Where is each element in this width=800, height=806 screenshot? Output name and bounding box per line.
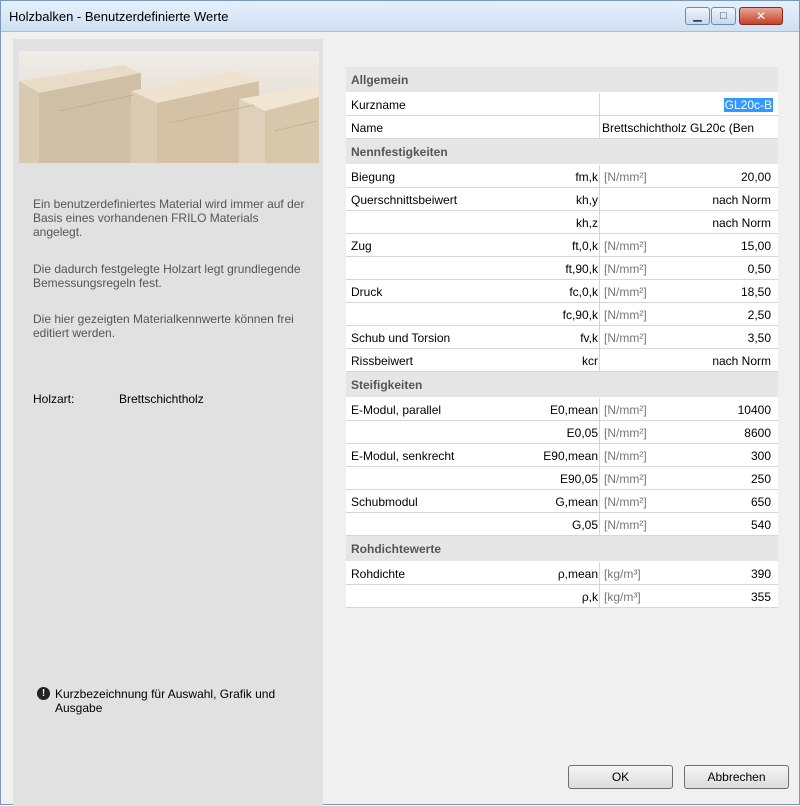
property-unit: [N/mm²] — [604, 262, 647, 276]
property-value[interactable]: 300 — [686, 449, 771, 463]
property-value[interactable]: 8600 — [686, 426, 771, 440]
property-row[interactable]: fc,90,k [N/mm²] 2,50 — [346, 303, 778, 326]
property-symbol: fv,k — [580, 331, 598, 345]
cancel-button[interactable]: Abbrechen — [684, 765, 789, 789]
property-unit: [N/mm²] — [604, 331, 647, 345]
property-value[interactable]: nach Norm — [604, 354, 771, 368]
property-value[interactable]: 15,00 — [686, 239, 771, 253]
minimize-icon: ▁ — [693, 10, 702, 22]
property-unit: [kg/m³] — [604, 567, 641, 581]
description-text-1: Ein benutzerdefiniertes Material wird im… — [33, 197, 305, 239]
property-value[interactable]: 650 — [686, 495, 771, 509]
property-unit: [N/mm²] — [604, 170, 647, 184]
section-rohdichtewerte: Rohdichtewerte — [346, 536, 778, 562]
maximize-icon: □ — [720, 10, 727, 22]
property-symbol: E0,mean — [549, 403, 598, 417]
property-row[interactable]: Schubmodul G,mean [N/mm²] 650 — [346, 490, 778, 513]
property-unit: [N/mm²] — [604, 239, 647, 253]
property-symbol: kcr — [582, 354, 598, 368]
property-unit: [N/mm²] — [604, 285, 647, 299]
property-symbol: ft,90,k — [565, 262, 598, 276]
property-row[interactable]: Zug ft,0,k [N/mm²] 15,00 — [346, 234, 778, 257]
close-button[interactable]: ✕ — [739, 7, 783, 25]
property-row[interactable]: ρ,k [kg/m³] 355 — [346, 585, 778, 608]
property-unit: [N/mm²] — [604, 472, 647, 486]
window-title: Holzbalken - Benutzerdefinierte Werte — [9, 9, 229, 24]
info-icon: ! — [37, 687, 50, 700]
minimize-button[interactable]: ▁ — [685, 7, 710, 25]
property-symbol: E90,mean — [543, 449, 598, 463]
property-symbol: ρ,mean — [557, 567, 598, 581]
property-symbol: ρ,k — [581, 590, 598, 604]
row-name[interactable]: Name Brettschichtholz GL20c (Ben — [346, 116, 778, 139]
property-symbol: E90,05 — [559, 472, 598, 486]
dialog-window: Holzbalken - Benutzerdefinierte Werte ▁ … — [0, 0, 800, 806]
property-unit: [kg/m³] — [604, 590, 641, 604]
property-row[interactable]: E0,05 [N/mm²] 8600 — [346, 421, 778, 444]
property-value[interactable]: 18,50 — [686, 285, 771, 299]
property-value[interactable]: 2,50 — [686, 308, 771, 322]
property-value[interactable]: 0,50 — [686, 262, 771, 276]
property-symbol: fc,90,k — [562, 308, 598, 322]
info-panel: Ein benutzerdefiniertes Material wird im… — [13, 39, 323, 806]
property-row[interactable]: E-Modul, senkrecht E90,mean [N/mm²] 300 — [346, 444, 778, 467]
row-kurzname[interactable]: Kurzname GL20c-B — [346, 93, 778, 116]
property-row[interactable]: ft,90,k [N/mm²] 0,50 — [346, 257, 778, 280]
property-symbol: fm,k — [575, 170, 598, 184]
name-value[interactable]: Brettschichtholz GL20c (Ben — [602, 121, 774, 135]
property-symbol: E0,05 — [566, 426, 598, 440]
section-steifigkeiten: Steifigkeiten — [346, 372, 778, 398]
name-label: Name — [351, 121, 384, 135]
description-text-2: Die dadurch festgelegte Holzart legt gru… — [33, 262, 301, 290]
property-value[interactable]: 540 — [686, 518, 771, 532]
property-symbol: ft,0,k — [571, 239, 598, 253]
property-row[interactable]: Druck fc,0,k [N/mm²] 18,50 — [346, 280, 778, 303]
info-text: Kurzbezeichnung für Auswahl, Grafik und … — [55, 687, 276, 715]
property-row[interactable]: E90,05 [N/mm²] 250 — [346, 467, 778, 490]
property-row[interactable]: E-Modul, parallel E0,mean [N/mm²] 10400 — [346, 398, 778, 421]
holzart-label: Holzart: — [33, 392, 75, 406]
property-unit: [N/mm²] — [604, 426, 647, 440]
property-value[interactable]: 10400 — [686, 403, 771, 417]
property-symbol: kh,y — [575, 193, 598, 207]
property-symbol: fc,0,k — [569, 285, 598, 299]
property-value[interactable]: nach Norm — [604, 193, 771, 207]
maximize-button[interactable]: □ — [711, 7, 736, 25]
property-value[interactable]: 355 — [686, 590, 771, 604]
kurzname-value[interactable]: GL20c-B — [723, 98, 773, 112]
property-value[interactable]: 250 — [686, 472, 771, 486]
property-symbol: G,05 — [571, 518, 598, 532]
close-icon: ✕ — [755, 9, 767, 23]
property-row[interactable]: G,05 [N/mm²] 540 — [346, 513, 778, 536]
property-value[interactable]: 3,50 — [686, 331, 771, 345]
property-row[interactable]: Schub und Torsion fv,k [N/mm²] 3,50 — [346, 326, 778, 349]
holzart-value: Brettschichtholz — [119, 392, 204, 406]
title-bar: Holzbalken - Benutzerdefinierte Werte ▁ … — [1, 1, 799, 32]
property-row[interactable]: Biegung fm,k [N/mm²] 20,00 — [346, 165, 778, 188]
timber-beams-image — [19, 51, 319, 163]
property-unit: [N/mm²] — [604, 308, 647, 322]
property-row[interactable]: Rohdichte ρ,mean [kg/m³] 390 — [346, 562, 778, 585]
section-allgemein: Allgemein — [346, 67, 778, 93]
property-unit: [N/mm²] — [604, 518, 647, 532]
property-value[interactable]: nach Norm — [604, 216, 771, 230]
property-grid: Allgemein Kurzname GL20c-B Name Brettsch… — [346, 67, 778, 608]
property-unit: [N/mm²] — [604, 403, 647, 417]
property-symbol: G,mean — [555, 495, 598, 509]
property-unit: [N/mm²] — [604, 449, 647, 463]
property-unit: [N/mm²] — [604, 495, 647, 509]
property-value[interactable]: 20,00 — [686, 170, 771, 184]
property-row[interactable]: Rissbeiwert kcr nach Norm — [346, 349, 778, 372]
description-text-3: Die hier gezeigten Materialkennwerte kön… — [33, 312, 294, 340]
property-row[interactable]: Querschnittsbeiwert kh,y nach Norm — [346, 188, 778, 211]
property-row[interactable]: kh,z nach Norm — [346, 211, 778, 234]
section-nennfestigkeiten: Nennfestigkeiten — [346, 139, 778, 165]
ok-button[interactable]: OK — [568, 765, 673, 789]
kurzname-input[interactable]: GL20c-B — [598, 98, 773, 112]
kurzname-label: Kurzname — [351, 98, 406, 112]
property-value[interactable]: 390 — [686, 567, 771, 581]
property-symbol: kh,z — [575, 216, 598, 230]
